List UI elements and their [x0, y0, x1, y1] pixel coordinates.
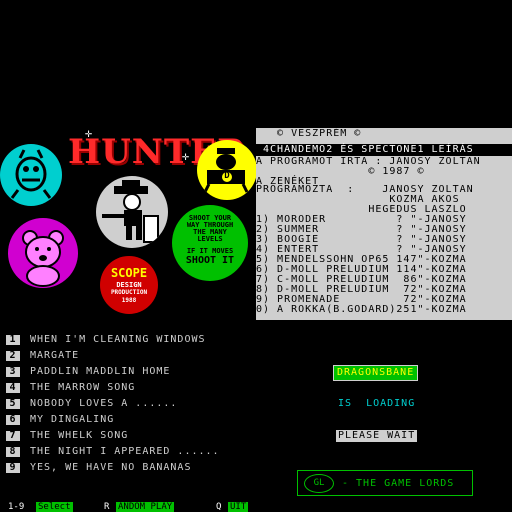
sparkle-icon: ✛: [182, 149, 190, 163]
scope-disc-line2: PRODUCTION: [110, 289, 148, 296]
quit-key-letter[interactable]: Q: [216, 502, 221, 512]
scope-disc-line3: 1988: [121, 297, 137, 304]
song-title: THE NIGHT I APPEARED ......: [30, 446, 220, 457]
song-number-key: 9: [6, 463, 20, 473]
random-key-letter[interactable]: R: [104, 502, 109, 512]
shoot-disc-headline: SHOOT IT: [185, 255, 235, 266]
panel-line: © VESZPRÉM ©: [256, 128, 362, 139]
song-title: MY DINGALING: [30, 414, 115, 425]
random-play-key[interactable]: ANDOM PLAY: [116, 502, 175, 512]
song-item[interactable]: 4 THE MARROW SONG: [6, 382, 135, 394]
panel-line: 4CHANDEMO2 ÉS SPECTONE1 LEÍRÁS: [256, 144, 474, 155]
panel-line: 0) A ROKKA(B.GODARD)251"-KOZMA: [256, 304, 467, 315]
scope-design-disc: SCOPE DESIGN PRODUCTION 1988: [100, 256, 158, 314]
song-title: NOBODY LOVES A ......: [30, 398, 178, 409]
song-number-key: 8: [6, 447, 20, 457]
loading-game-name: DRAGONSBANE: [333, 365, 419, 381]
song-number-key: 2: [6, 351, 20, 361]
magenta-bear-disc: [8, 218, 78, 288]
scope-disc-line1: DESIGN: [116, 281, 142, 289]
song-number-key: 6: [6, 415, 20, 425]
song-title: PADDLIN MADDLIN HOME: [30, 366, 171, 377]
song-item[interactable]: 9 YES, WE HAVE NO BANANAS: [6, 462, 191, 474]
shoot-it-disc: SHOOT YOUR WAY THROUGH THE MANY LEVELS I…: [172, 205, 248, 281]
song-title: MARGATE: [30, 350, 80, 361]
shoot-disc-subline: IF IT MOVES: [186, 247, 234, 255]
hunter-icon: [102, 180, 159, 243]
bear-icon: [22, 230, 64, 287]
creature-icon: [10, 149, 52, 199]
song-number-key: 3: [6, 367, 20, 377]
bird-disc-letter: D: [224, 171, 230, 181]
quit-key[interactable]: UIT: [228, 502, 249, 512]
spectrum-screen: HUNTER ✛ ✛ D SHOOT YOUR WAY THROUGH THE …: [0, 0, 512, 512]
loading-status: IS LOADING: [338, 398, 416, 409]
bottom-key-bar: 1-9 Select R ANDOM PLAY Q UIT: [0, 502, 512, 512]
song-number-key: 7: [6, 431, 20, 441]
game-lords-label: - THE GAME LORDS: [342, 478, 455, 489]
song-number-key: 1: [6, 335, 20, 345]
bird-icon: [203, 148, 249, 193]
song-title: YES, WE HAVE NO BANANAS: [30, 462, 192, 473]
hunter-disc: [96, 176, 168, 248]
range-key-label: 1-9: [8, 502, 25, 512]
song-title: WHEN I'M CLEANING WINDOWS: [30, 334, 206, 345]
song-item[interactable]: 3 PADDLIN MADDLIN HOME: [6, 366, 170, 378]
info-panel: © VESZPRÉM © 4CHANDEMO2 ÉS SPECTONE1 LEÍ…: [256, 128, 512, 320]
song-number-key: 5: [6, 399, 20, 409]
panel-header-band: 4CHANDEMO2 ÉS SPECTONE1 LEÍRÁS: [256, 144, 512, 156]
song-number-key: 4: [6, 383, 20, 393]
song-item[interactable]: 2 MARGATE: [6, 350, 79, 362]
yellow-bird-disc: D: [197, 140, 257, 200]
sparkle-icon: ✛: [85, 126, 93, 140]
scope-disc-logo: SCOPE: [110, 266, 148, 280]
game-lords-logo-icon: GL: [304, 474, 334, 493]
please-wait-label: PLEASE WAIT: [336, 430, 418, 442]
song-item[interactable]: 8 THE NIGHT I APPEARED ......: [6, 446, 220, 458]
song-item[interactable]: 5 NOBODY LOVES A ......: [6, 398, 177, 410]
cyan-creature-disc: [0, 144, 62, 206]
shoot-disc-tagline: SHOOT YOUR WAY THROUGH THE MANY LEVELS: [186, 214, 234, 243]
song-item[interactable]: 7 THE WHELK SONG: [6, 430, 128, 442]
select-key[interactable]: Select: [36, 502, 73, 512]
song-title: THE MARROW SONG: [30, 382, 136, 393]
song-item[interactable]: 6 MY DINGALING: [6, 414, 114, 426]
song-title: THE WHELK SONG: [30, 430, 129, 441]
song-item[interactable]: 1 WHEN I'M CLEANING WINDOWS: [6, 334, 206, 346]
game-lords-box: GL - THE GAME LORDS: [297, 470, 473, 496]
